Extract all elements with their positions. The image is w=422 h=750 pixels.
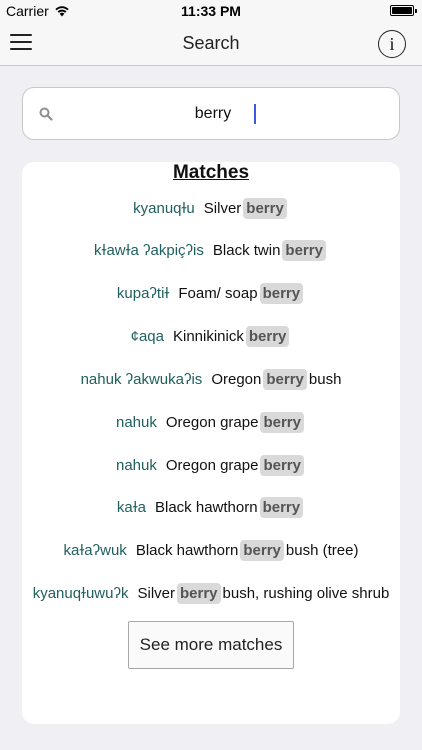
native-term: kɫawɫa ʔakpiçʔis (94, 241, 204, 259)
match-row[interactable]: ¢aqa Kinnikinick berry (22, 323, 400, 349)
native-term: kyanuqɫu (133, 199, 195, 217)
english-translation: Oregon berry bush (211, 368, 342, 390)
translation-text: Black twin (212, 241, 281, 259)
english-translation: Foam/ soap berry (178, 282, 305, 304)
match-highlight: berry (177, 582, 221, 604)
match-row[interactable]: nahuk Oregon grape berry (22, 452, 400, 478)
search-box[interactable] (22, 87, 400, 140)
english-translation: Black hawthorn berry (155, 496, 305, 518)
translation-text: Oregon grape (165, 456, 259, 474)
see-more-matches-button[interactable]: See more matches (128, 621, 294, 669)
match-highlight: berry (260, 454, 304, 476)
status-time: 11:33 PM (181, 3, 241, 19)
text-caret (254, 104, 256, 124)
translation-text-after: bush (tree) (285, 541, 359, 559)
native-term: kupaʔtiɫ (116, 284, 170, 302)
translation-text: Silver (203, 199, 242, 217)
translation-text-after: bush (308, 370, 342, 388)
matches-heading: Matches (172, 162, 250, 183)
translation-text-after: bush, rushing olive shrub (222, 584, 390, 602)
native-term: kaɫaʔwuk (63, 541, 127, 559)
english-translation: Black hawthorn berry bush (tree) (135, 539, 359, 561)
translation-text: Black hawthorn (155, 498, 258, 516)
search-icon (39, 107, 53, 121)
translation-text: Oregon grape (165, 413, 259, 431)
match-highlight: berry (259, 496, 304, 518)
match-row[interactable]: kaɫaʔwuk Black hawthorn berry bush (tree… (22, 537, 400, 563)
nav-bar: Search i (0, 22, 422, 66)
english-translation: Kinnikinick berry (172, 325, 291, 347)
match-highlight: berry (243, 197, 287, 219)
match-highlight: berry (263, 368, 307, 390)
english-translation: Black twin berry (212, 239, 328, 261)
match-highlight: berry (282, 239, 326, 261)
match-row[interactable]: kɫawɫa ʔakpiçʔis Black twin berry (22, 237, 400, 263)
native-term: nahuk (116, 413, 157, 431)
translation-text: Silver (137, 584, 175, 602)
info-icon[interactable]: i (378, 30, 406, 58)
translation-text: Kinnikinick (172, 327, 244, 345)
match-row[interactable]: kyanuqɫuwuʔk Silver berry bush, rushing … (22, 580, 400, 606)
english-translation: Oregon grape berry (165, 454, 306, 476)
translation-text: Black hawthorn (135, 541, 239, 559)
english-translation: Silver berry (203, 197, 289, 219)
match-highlight: berry (245, 325, 290, 347)
match-row[interactable]: nahuk ʔakwukaʔis Oregon berry bush (22, 366, 400, 392)
english-translation: Silver berry bush, rushing olive shrub (137, 582, 390, 604)
translation-text: Oregon (211, 370, 262, 388)
match-highlight: berry (259, 282, 304, 304)
translation-text: Foam/ soap (178, 284, 258, 302)
match-highlight: berry (260, 411, 304, 433)
search-input[interactable] (63, 100, 363, 128)
native-term: kaɫa (116, 498, 146, 516)
match-row[interactable]: kupaʔtiɫ Foam/ soap berry (22, 280, 400, 306)
status-bar: Carrier 11:33 PM (0, 0, 422, 22)
page-title: Search (182, 33, 240, 53)
battery-icon (390, 5, 417, 16)
match-row[interactable]: kyanuqɫu Silver berry (22, 195, 400, 221)
native-term: nahuk ʔakwukaʔis (80, 370, 203, 388)
results-card: Matches kyanuqɫu Silver berry kɫawɫa ʔak… (22, 162, 400, 724)
native-term: ¢aqa (130, 327, 164, 345)
english-translation: Oregon grape berry (165, 411, 306, 433)
match-row[interactable]: kaɫa Black hawthorn berry (22, 494, 400, 520)
match-highlight: berry (240, 539, 284, 561)
native-term: nahuk (116, 456, 157, 474)
native-term: kyanuqɫuwuʔk (32, 584, 129, 602)
match-row[interactable]: nahuk Oregon grape berry (22, 409, 400, 435)
